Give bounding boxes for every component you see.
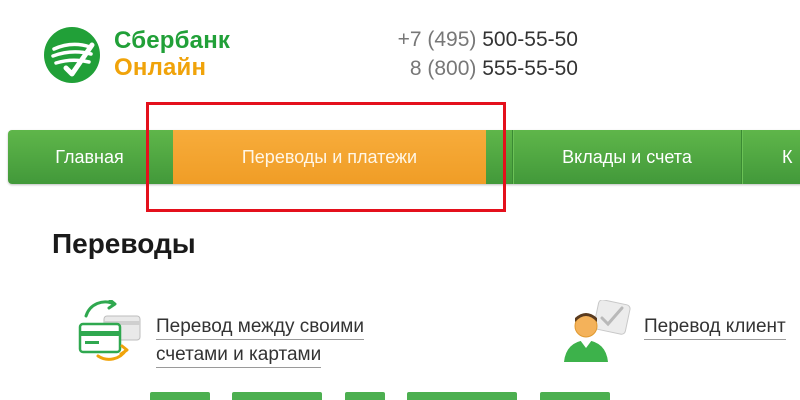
transfer-to-client-link[interactable]: Перевод клиент (562, 300, 800, 370)
main-nav: Главная Переводы и платежи Вклады и счет… (8, 130, 800, 184)
phone-code: +7 (495) (397, 28, 477, 51)
cards-transfer-icon (78, 300, 141, 361)
option-label-line1: Перевод клиент (644, 313, 786, 341)
nav-item-transfers-payments[interactable]: Переводы и платежи (173, 130, 486, 184)
phone-free: 8 (800) 555-55-50 (398, 54, 578, 83)
logo-text: Сбербанк Онлайн (114, 27, 230, 81)
option-label-line2: счетами и картами (156, 341, 364, 369)
transfer-own-accounts-link[interactable]: Перевод между своими счетами и картами (74, 300, 404, 370)
phone-moscow: +7 (495) 500-55-50 (398, 25, 578, 54)
option-label: Перевод клиент (644, 313, 786, 341)
page-title: Переводы (52, 228, 196, 259)
nav-divider (741, 130, 742, 184)
phone-numbers: +7 (495) 500-55-50 8 (800) 555-55-50 (398, 25, 578, 83)
logo[interactable]: Сбербанк Онлайн (42, 22, 262, 88)
logo-line1: Сбербанк (114, 27, 231, 54)
cropped-content-row (150, 392, 770, 400)
phone-number: 500-55-50 (482, 28, 578, 51)
sberbank-logo-icon (44, 27, 100, 83)
nav-item-home[interactable]: Главная (8, 130, 171, 184)
person-transfer-icon (564, 300, 631, 362)
nav-item-deposits-accounts[interactable]: Вклады и счета (513, 130, 741, 184)
option-label-line1: Перевод между своими (156, 313, 364, 341)
phone-code: 8 (800) (409, 57, 477, 80)
option-label: Перевод между своими счетами и картами (156, 313, 364, 369)
logo-line2: Онлайн (114, 54, 207, 81)
nav-item-more[interactable]: К (782, 130, 800, 184)
phone-number: 555-55-50 (482, 57, 578, 80)
